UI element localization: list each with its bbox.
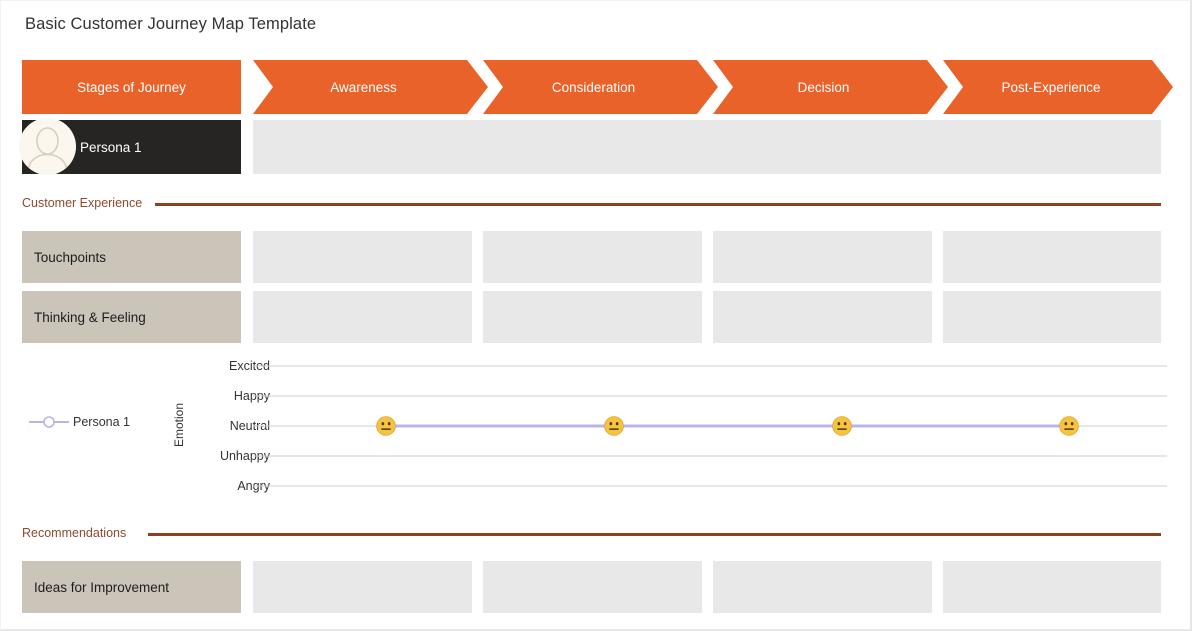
- gridline-happy: [253, 395, 1167, 397]
- data-point-decision[interactable]: [832, 416, 852, 436]
- persona-row: Persona 1: [19, 118, 1161, 175]
- cell-ideas-consideration[interactable]: [483, 561, 702, 613]
- stages-row-label: Stages of Journey: [22, 60, 241, 114]
- data-point-consideration[interactable]: [604, 416, 624, 436]
- gridline-excited: [253, 365, 1167, 367]
- persona-label-cell[interactable]: Persona 1: [19, 118, 241, 175]
- cell-touchpoints-awareness[interactable]: [253, 231, 472, 283]
- stage-chevron-consideration[interactable]: Consideration: [483, 60, 718, 114]
- data-point-post-experience[interactable]: [1059, 416, 1079, 436]
- cell-touchpoints-consideration[interactable]: [483, 231, 702, 283]
- cell-thinking-feeling-awareness[interactable]: [253, 291, 472, 343]
- persona-content-cell[interactable]: [253, 120, 1161, 174]
- series-line-persona-1: [386, 424, 1069, 428]
- section-header-recommendations: Recommendations: [22, 524, 1161, 542]
- row-label-touchpoints-text: Touchpoints: [34, 249, 107, 265]
- row-thinking-feeling: Thinking & Feeling: [22, 291, 1161, 343]
- persona-name-text: Persona 1: [80, 139, 142, 155]
- row-label-ideas-for-improvement[interactable]: Ideas for Improvement: [22, 561, 241, 613]
- legend-marker-icon: [29, 416, 69, 428]
- cell-touchpoints-decision[interactable]: [713, 231, 932, 283]
- neutral-face-emoji-icon: [376, 416, 396, 436]
- chevron-shape-icon: [483, 60, 718, 114]
- person-avatar-icon: [19, 118, 76, 175]
- row-ideas-for-improvement: Ideas for Improvement: [22, 561, 1161, 613]
- chart-legend: Persona 1: [29, 412, 130, 432]
- stage-chevron-post-experience[interactable]: Post-Experience: [943, 60, 1173, 114]
- row-label-thinking-feeling[interactable]: Thinking & Feeling: [22, 291, 241, 343]
- stages-row-label-text: Stages of Journey: [77, 79, 186, 95]
- data-point-awareness[interactable]: [376, 416, 396, 436]
- cell-thinking-feeling-consideration[interactable]: [483, 291, 702, 343]
- cell-touchpoints-post-experience[interactable]: [943, 231, 1161, 283]
- emotion-chart: Persona 1 Emotion Excited Happy Neutral …: [22, 351, 1167, 501]
- section-title-customer-experience: Customer Experience: [22, 196, 143, 210]
- chevron-shape-icon: [943, 60, 1173, 114]
- neutral-face-emoji-icon: [604, 416, 624, 436]
- neutral-face-emoji-icon: [832, 416, 852, 436]
- journey-map-canvas: Basic Customer Journey Map Template Stag…: [0, 0, 1192, 631]
- neutral-face-emoji-icon: [1059, 416, 1079, 436]
- gridline-angry: [253, 485, 1167, 487]
- stage-chevron-awareness[interactable]: Awareness: [253, 60, 488, 114]
- section-header-customer-experience: Customer Experience: [22, 194, 1161, 212]
- page-title: Basic Customer Journey Map Template: [25, 15, 317, 33]
- section-rule: [148, 533, 1161, 536]
- cell-ideas-awareness[interactable]: [253, 561, 472, 613]
- row-label-touchpoints[interactable]: Touchpoints: [22, 231, 241, 283]
- cell-thinking-feeling-decision[interactable]: [713, 291, 932, 343]
- row-touchpoints: Touchpoints: [22, 231, 1161, 283]
- chart-plot-area: [253, 351, 1167, 501]
- chevron-shape-icon: [253, 60, 488, 114]
- legend-label-persona-1: Persona 1: [73, 415, 130, 429]
- chevron-shape-icon: [713, 60, 948, 114]
- row-label-thinking-feeling-text: Thinking & Feeling: [34, 309, 146, 325]
- section-title-recommendations: Recommendations: [22, 526, 127, 540]
- gridline-unhappy: [253, 455, 1167, 457]
- row-label-ideas-for-improvement-text: Ideas for Improvement: [34, 579, 170, 595]
- section-rule: [155, 203, 1161, 206]
- stages-row: Stages of Journey Awareness Consideratio…: [22, 60, 1173, 114]
- cell-ideas-post-experience[interactable]: [943, 561, 1161, 613]
- stage-chevron-decision[interactable]: Decision: [713, 60, 948, 114]
- cell-ideas-decision[interactable]: [713, 561, 932, 613]
- cell-thinking-feeling-post-experience[interactable]: [943, 291, 1161, 343]
